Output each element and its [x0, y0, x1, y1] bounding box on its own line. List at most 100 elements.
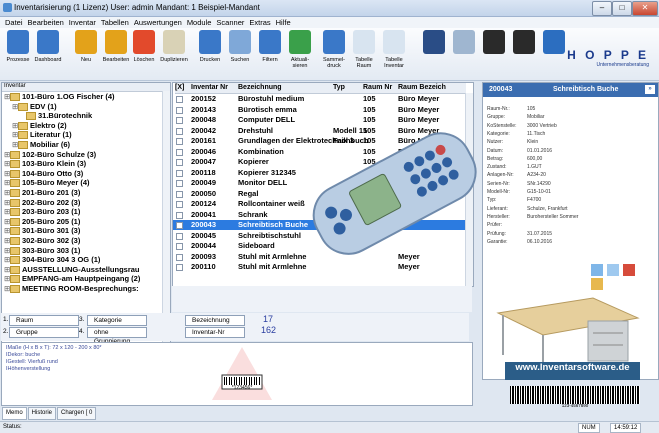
tree-node[interactable]: ⊞ 104-Büro Otto (3)	[2, 169, 170, 179]
row-checkbox[interactable]	[176, 159, 183, 166]
maximize-button[interactable]: □	[612, 1, 632, 16]
row-checkbox[interactable]	[176, 201, 183, 208]
tree-node[interactable]: ⊞ 201-Büro 201 (3)	[2, 188, 170, 198]
menu-extras[interactable]: Extras	[249, 17, 270, 28]
row-checkbox[interactable]	[176, 180, 183, 187]
tree-node[interactable]: ⊞ 101-Büro 1.OG Fischer (4)	[2, 92, 170, 102]
menu-bearbeiten[interactable]: Bearbeiten	[28, 17, 64, 28]
tree-node[interactable]: ⊞ 205-Büro 205 (1)	[2, 217, 170, 227]
row-checkbox[interactable]	[176, 117, 183, 124]
detail-expand-button[interactable]: »	[645, 85, 655, 94]
duplicate-button[interactable]: Duplizieren	[158, 30, 190, 76]
tree-node[interactable]: ⊞ Mobiliar (6)	[2, 140, 170, 150]
tree-node[interactable]: ⊞ Elektro (2)	[2, 121, 170, 131]
tree-node[interactable]: ⊞ 304-Büro 304 3 OG (1)	[2, 255, 170, 265]
menu-datei[interactable]: Datei	[5, 17, 23, 28]
tree-header: Inventar	[2, 83, 170, 92]
doc-icon[interactable]	[591, 264, 603, 276]
tab-chargen[interactable]: Chargen [ 0	[57, 407, 97, 420]
folder-icon	[10, 246, 20, 255]
cell-nr: 200049	[191, 178, 217, 187]
row-checkbox[interactable]	[176, 253, 183, 261]
process-button[interactable]: Prozesse	[2, 30, 34, 76]
rfid-button[interactable]	[478, 30, 510, 76]
toolbar-label: Tabelle Inventar	[384, 57, 404, 69]
menu-auswertungen[interactable]: Auswertungen	[134, 17, 182, 28]
memo-text[interactable]: IMaße (H x B x T): 72 x 120 - 200 x 80* I…	[6, 345, 102, 373]
column-header[interactable]: Inventar Nr	[191, 83, 238, 94]
scanner-button[interactable]	[448, 30, 480, 76]
menu-hilfe[interactable]: Hilfe	[276, 17, 291, 28]
cell-bez: Kopierer	[238, 157, 269, 166]
help-button[interactable]	[538, 30, 570, 76]
row-checkbox[interactable]	[176, 96, 183, 103]
row-checkbox[interactable]	[176, 138, 183, 145]
note-icon[interactable]	[591, 278, 603, 290]
row-checkbox[interactable]	[176, 190, 183, 198]
filter-button[interactable]: Filtern	[254, 30, 286, 76]
sort-1-select[interactable]: Bezeichnung	[185, 315, 245, 326]
camera-button[interactable]	[508, 30, 540, 76]
group-level-4-select[interactable]: ohne Gruppierung	[87, 327, 147, 345]
close-button[interactable]: ✕	[632, 1, 658, 16]
grid-footer-area	[172, 286, 472, 312]
search-button[interactable]: Suchen	[224, 30, 256, 76]
column-header[interactable]: Typ	[333, 83, 363, 94]
table-row[interactable]: 200143 Bürotisch emma 105 Büro Meyer	[173, 105, 466, 115]
table-room-button[interactable]: Tabelle Raum	[348, 30, 380, 76]
group-level-1-select[interactable]: Raum	[9, 315, 79, 326]
menu-module[interactable]: Module	[187, 17, 212, 28]
tab-historie[interactable]: Historie	[27, 407, 57, 420]
tree-node[interactable]: ⊞ AUSSTELLUNG-Ausstellungsrau	[2, 265, 170, 275]
new-button[interactable]: Neu	[70, 30, 102, 76]
column-header[interactable]: Raum Nr	[363, 83, 398, 94]
refresh-button[interactable]: Aktuali- sieren	[284, 30, 316, 76]
tree-node[interactable]: ⊞ 202-Büro 202 (3)	[2, 198, 170, 208]
tree-node[interactable]: ⊞ EDV (1)	[2, 102, 170, 112]
column-header[interactable]: Raum Bezeich	[398, 83, 466, 94]
row-checkbox[interactable]	[176, 243, 183, 250]
menu-scanner[interactable]: Scanner	[216, 17, 244, 28]
tree-node[interactable]: ⊞ Literatur (1)	[2, 130, 170, 140]
column-header[interactable]: [X]	[175, 83, 191, 94]
print-button[interactable]: Drucken	[194, 30, 226, 76]
column-header[interactable]: Bezeichnung	[238, 83, 333, 94]
menu-inventar[interactable]: Inventar	[69, 17, 96, 28]
row-checkbox[interactable]	[176, 264, 183, 271]
tree-node[interactable]: ⊞ 203-Büro 203 (1)	[2, 207, 170, 217]
row-checkbox[interactable]	[176, 211, 183, 219]
tree-node[interactable]: ⊞ 303-Büro 303 (1)	[2, 246, 170, 256]
phone-button[interactable]	[418, 30, 450, 76]
sort-2-select[interactable]: Inventar-Nr	[185, 327, 245, 338]
tree-node-label: AUSSTELLUNG-Ausstellungsrau	[22, 264, 140, 274]
tree-node[interactable]: ⊞ 302-Büro 302 (3)	[2, 236, 170, 246]
group-level-3-select[interactable]: Kategorie	[87, 315, 147, 326]
tree-node[interactable]: ⊞ MEETING ROOM-Besprechungs:	[2, 284, 170, 294]
menu-tabellen[interactable]: Tabellen	[101, 17, 129, 28]
batch-print-button[interactable]: Sammel- druck	[318, 30, 350, 76]
table-row[interactable]: 200152 Bürostuhl medium 105 Büro Meyer	[173, 94, 466, 104]
tree-node[interactable]: ⊞ 102-Büro Schulze (3)	[2, 150, 170, 160]
delete-button[interactable]: Löschen	[128, 30, 160, 76]
row-checkbox[interactable]	[176, 106, 183, 114]
row-checkbox[interactable]	[176, 127, 183, 135]
tree-node[interactable]: 31.Bürotechnik	[2, 111, 170, 121]
group-level-2-select[interactable]: Gruppe	[9, 327, 79, 338]
tab-memo[interactable]: Memo	[2, 407, 27, 420]
tree-node[interactable]: ⊞ 301-Büro 301 (3)	[2, 226, 170, 236]
tree-node-label: EDV (1)	[30, 101, 57, 111]
row-checkbox[interactable]	[176, 148, 183, 156]
tree-node[interactable]: ⊞ 105-Büro Meyer (4)	[2, 178, 170, 188]
tree-node[interactable]: ⊞ 103-Büro Klein (3)	[2, 159, 170, 169]
row-checkbox[interactable]	[176, 222, 183, 229]
detail-field: Betrag: 600,00	[487, 155, 542, 163]
row-checkbox[interactable]	[176, 232, 183, 240]
minimize-button[interactable]: –	[592, 1, 612, 16]
dashboard-button[interactable]: Dashboard	[32, 30, 64, 76]
pdf-icon[interactable]	[623, 264, 636, 276]
image-icon[interactable]	[607, 264, 620, 276]
memo-area: IMaße (H x B x T): 72 x 120 - 200 x 80* I…	[1, 342, 473, 406]
row-checkbox[interactable]	[176, 169, 183, 177]
tree-node[interactable]: ⊞ EMPFANG-am Hauptpeingang (2)	[2, 274, 170, 284]
table-inventory-button[interactable]: Tabelle Inventar	[378, 30, 410, 76]
